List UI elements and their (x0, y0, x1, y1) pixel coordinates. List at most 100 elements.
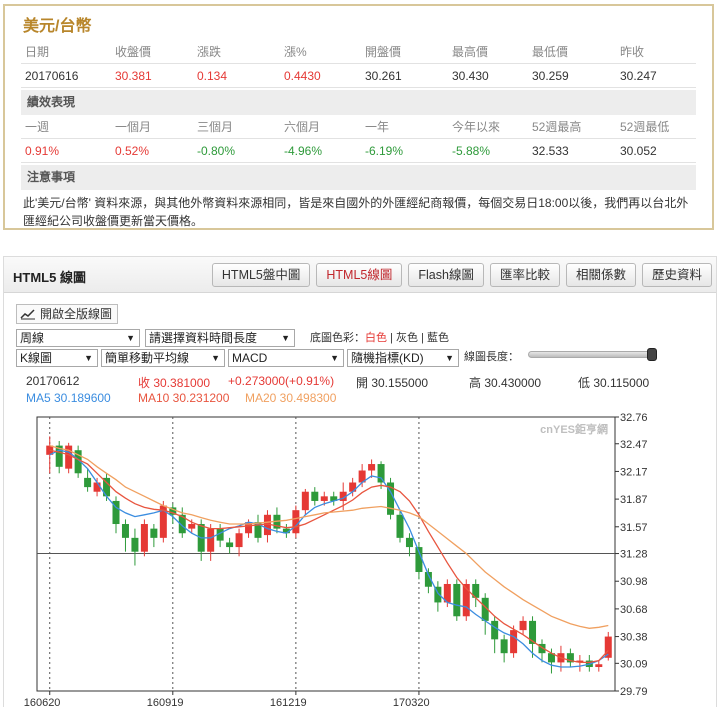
bgcolor-white-link[interactable]: 白色 (365, 332, 387, 344)
perf-header-6m: 六個月 (284, 120, 321, 134)
candle-body (311, 491, 319, 501)
x-tick-label: 160620 (24, 697, 61, 707)
quote-header-row: 日期 收盤價 漲跌 漲% 開盤價 最高價 最低價 昨收 (21, 40, 696, 64)
candle-body (349, 482, 357, 492)
ma-select[interactable]: 簡單移動平均線 ▼ (101, 349, 225, 367)
quote-value-row: 20170616 30.381 0.134 0.4430 30.261 30.4… (21, 64, 696, 88)
chevron-down-icon: ▼ (126, 333, 135, 343)
y-tick-label: 31.28 (620, 549, 648, 561)
candle-body (595, 664, 603, 668)
value-low: 30.259 (532, 68, 569, 83)
kd-select-value: 隨機指標(KD) (351, 351, 424, 365)
perf-value-1m: 0.52% (115, 143, 150, 158)
chart-length-slider[interactable] (528, 351, 656, 358)
chart-type-select[interactable]: K線圖 ▼ (16, 349, 98, 367)
header-high: 最高價 (452, 45, 489, 59)
info-close: 收 30.381000 (138, 376, 211, 390)
header-open: 開盤價 (365, 45, 402, 59)
perf-value-row: 0.91% 0.52% -0.80% -4.96% -6.19% -5.88% … (21, 139, 696, 163)
info-date: 20170612 (26, 374, 80, 388)
header-change: 漲跌 (197, 45, 222, 59)
candle-body (84, 477, 92, 488)
tab-html5-chart[interactable]: HTML5線圖 (316, 263, 403, 287)
bgcolor-separator: | (390, 332, 393, 344)
info-low: 低 30.115000 (578, 376, 650, 390)
candle-body (368, 464, 376, 471)
chevron-down-icon: ▼ (84, 353, 93, 363)
y-tick-label: 31.87 (620, 494, 648, 506)
perf-value-1y: -6.19% (365, 143, 404, 158)
tab-history[interactable]: 歷史資料 (641, 263, 712, 287)
performance-title: 績效表現 (21, 90, 696, 115)
perf-value-52w-high: 32.533 (532, 143, 569, 158)
candle-body (453, 583, 461, 617)
candle-body (405, 537, 413, 548)
perf-header-1m: 一個月 (115, 120, 152, 134)
candlestick-chart[interactable]: cnYES鉅亨網 32.76 32.47 32.17 31.87 31.57 31.28 3… (4, 411, 716, 707)
perf-header-52w-high: 52週最高 (532, 120, 582, 134)
y-tick-label: 32.17 (620, 466, 648, 478)
open-full-chart-button[interactable]: 開啟全版線圖 (16, 304, 119, 324)
perf-value-ytd: -5.88% (452, 143, 491, 158)
ma-select-value: 簡單移動平均線 (105, 351, 190, 365)
bgcolor-prefix: 底圖色彩： (310, 332, 365, 344)
candle-body (131, 537, 139, 552)
chart-length-slider-handle[interactable] (647, 348, 657, 361)
bgcolor-gray-link[interactable]: 灰色 (396, 332, 418, 344)
y-tick-label: 32.76 (620, 412, 648, 424)
perf-header-row: 一週 一個月 三個月 六個月 一年 今年以來 52週最高 52週最低 (21, 115, 696, 139)
perf-header-1y: 一年 (365, 120, 390, 134)
y-tick-label: 31.57 (620, 522, 648, 534)
y-tick-label: 32.47 (620, 439, 648, 451)
chart-panel-title: HTML5 線圖 (13, 270, 86, 285)
value-high: 30.430 (452, 68, 489, 83)
perf-header-ytd: 今年以來 (452, 120, 501, 134)
candle-body (510, 630, 518, 654)
header-low: 最低價 (532, 45, 569, 59)
info-ma20: MA20 30.498300 (245, 391, 337, 405)
candle-body (491, 620, 499, 640)
tab-correlation[interactable]: 相關係數 (565, 263, 636, 287)
chart-type-select-value: K線圖 (20, 351, 53, 365)
candle-body (292, 510, 300, 534)
candle-body (320, 496, 328, 501)
kd-select[interactable]: 隨機指標(KD) ▼ (347, 349, 459, 367)
info-ma5: MA5 30.189600 (26, 391, 111, 405)
perf-header-3m: 三個月 (197, 120, 234, 134)
candle-body (377, 464, 385, 483)
quote-title: 美元/台幣 (23, 18, 92, 35)
tab-rate-compare[interactable]: 匯率比較 (489, 263, 560, 287)
x-tick-label: 170320 (393, 697, 430, 707)
perf-value-1w: 0.91% (25, 143, 60, 158)
timerange-select[interactable]: 請選擇資料時間長度 ▼ (145, 329, 295, 347)
candle-body (396, 514, 404, 538)
chart-watermark: cnYES鉅亨網 (540, 422, 608, 436)
perf-header-1w: 一週 (25, 120, 50, 134)
period-select[interactable]: 周線 ▼ (16, 329, 140, 347)
candle-body (188, 524, 196, 529)
header-date: 日期 (25, 45, 50, 59)
value-date: 20170616 (25, 68, 79, 83)
candle-body (500, 639, 508, 654)
info-high: 高 30.430000 (469, 376, 542, 390)
tab-flash-chart[interactable]: Flash線圖 (408, 263, 484, 287)
info-ma10: MA10 30.231200 (138, 391, 230, 405)
chart-header: HTML5 線圖 HTML5盤中圖 HTML5線圖 Flash線圖 匯率比較 相… (4, 257, 716, 293)
notes-text: 此'美元/台幣' 資料來源，與其他外幣資料來源相同，皆是來自國外的外匯經紀商報價… (23, 196, 689, 228)
header-change-pct: 漲% (284, 45, 307, 59)
y-tick-label: 30.09 (620, 658, 648, 670)
tab-html5-intraday[interactable]: HTML5盤中圖 (211, 263, 311, 287)
info-open: 開 30.155000 (356, 376, 429, 390)
chart-length-label: 線圖長度： (464, 351, 519, 363)
timerange-select-value: 請選擇資料時間長度 (149, 331, 258, 345)
perf-value-6m: -4.96% (284, 143, 323, 158)
chart-panel: HTML5 線圖 HTML5盤中圖 HTML5線圖 Flash線圖 匯率比較 相… (3, 256, 717, 707)
bgcolor-blue-link[interactable]: 藍色 (427, 332, 449, 344)
bgcolor-separator: | (421, 332, 424, 344)
macd-select[interactable]: MACD ▼ (228, 349, 344, 367)
chevron-down-icon: ▼ (281, 333, 290, 343)
chevron-down-icon: ▼ (445, 353, 454, 363)
candle-body (207, 528, 215, 552)
bgcolor-options: 底圖色彩：白色 | 灰色 | 藍色 (310, 329, 449, 345)
info-change: +0.273000(+0.91%) (228, 374, 335, 388)
